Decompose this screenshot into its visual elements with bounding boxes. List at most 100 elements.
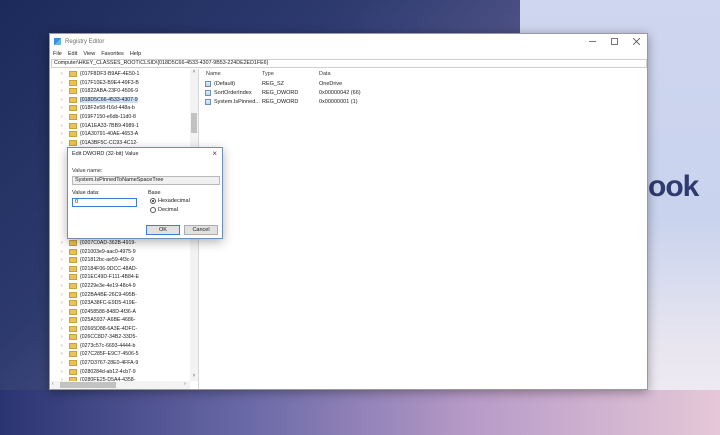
expand-chevron-icon[interactable]: › <box>61 360 69 366</box>
expand-chevron-icon[interactable]: › <box>61 97 69 103</box>
close-icon: × <box>212 149 217 158</box>
expand-chevron-icon[interactable]: › <box>61 140 69 146</box>
base-group-label: Base <box>148 190 161 196</box>
scroll-up-icon[interactable]: ˄ <box>190 69 198 75</box>
tree-item[interactable]: › {019F7150-e6db-11d0-8 <box>61 113 136 122</box>
tree-scroll-thumb[interactable] <box>191 113 197 133</box>
tree-item[interactable]: › {02229e3e-4e19-48c4-9 <box>61 282 136 291</box>
address-bar[interactable]: Computer\HKEY_CLASSES_ROOT\CLSID\{018D5C… <box>51 59 647 68</box>
expand-chevron-icon[interactable]: › <box>61 283 69 289</box>
expand-chevron-icon[interactable]: › <box>61 71 69 77</box>
expand-chevron-icon[interactable]: › <box>61 131 69 137</box>
tree-item[interactable]: › {01A30791-40AE-4653-A <box>61 130 138 139</box>
radio-decimal[interactable]: Decimal <box>150 207 178 213</box>
tree-item-label: {02229e3e-4e19-48c4-9 <box>80 283 136 289</box>
expand-chevron-icon[interactable]: › <box>61 369 69 375</box>
value-data-input[interactable]: 0 <box>72 198 137 207</box>
menu-help[interactable]: Help <box>130 51 141 57</box>
folder-icon <box>69 308 77 315</box>
expand-chevron-icon[interactable]: › <box>61 123 69 129</box>
tree-item[interactable]: › {0273c57c-6693-4444-b <box>61 342 135 351</box>
tree-item[interactable]: › {021EC49D-F111-4B84-E <box>61 273 139 282</box>
value-type: REG_SZ <box>262 80 285 87</box>
window-title: Registry Editor <box>65 38 105 45</box>
tree-item[interactable]: › {025A5937-A6BE-4686- <box>61 316 135 325</box>
expand-chevron-icon[interactable]: › <box>61 249 69 255</box>
tree-item[interactable]: › {027C285F-E9C7-4506-5 <box>61 350 139 359</box>
tree-item[interactable]: › {017F10E3-B9E4-49F3-B <box>61 79 139 88</box>
tree-item[interactable]: › {02184F06-9DCC-48AD- <box>61 265 137 274</box>
expand-chevron-icon[interactable]: › <box>61 257 69 263</box>
tree-item-label: {0273c57c-6693-4444-b <box>80 342 136 349</box>
dialog-close-button[interactable]: × <box>212 149 217 158</box>
radio-button-checked[interactable] <box>150 198 156 204</box>
tree-item-label: {027D3767-28E0-4FFA-9 <box>80 359 139 366</box>
tree-item[interactable]: › {0207C0AD-362B-4919- <box>61 239 136 248</box>
folder-icon <box>69 88 77 95</box>
radio-hexadecimal[interactable]: Hexadecimal <box>150 198 190 204</box>
tree-item[interactable]: › {022BA4BE-26C9-495B- <box>61 290 137 299</box>
dialog-title: Edit DWORD (32-bit) Value <box>72 151 139 157</box>
scroll-left-icon[interactable]: ‹ <box>52 381 54 387</box>
expand-chevron-icon[interactable]: › <box>61 105 69 111</box>
tree-item-label: {02665D88-6A3E-4DFC- <box>80 325 138 332</box>
menu-file[interactable]: File <box>53 51 62 57</box>
folder-icon <box>69 325 77 332</box>
close-window-button[interactable] <box>625 34 647 49</box>
tree-item[interactable]: › {017F8DF3-B9AF-4E50-1 <box>61 70 139 79</box>
expand-chevron-icon[interactable]: › <box>61 88 69 94</box>
expand-chevron-icon[interactable]: › <box>61 274 69 280</box>
title-bar[interactable]: Registry Editor <box>50 34 647 49</box>
cancel-button[interactable]: Cancel <box>184 225 218 235</box>
menu-edit[interactable]: Edit <box>68 51 77 57</box>
scroll-down-icon[interactable]: ˅ <box>190 373 198 379</box>
expand-chevron-icon[interactable]: › <box>61 326 69 332</box>
radio-button-unchecked[interactable] <box>150 207 156 213</box>
expand-chevron-icon[interactable]: › <box>61 266 69 272</box>
ok-button[interactable]: OK <box>146 225 180 235</box>
tree-item[interactable]: › {026CC8D7-34B2-33D5- <box>61 333 137 342</box>
expand-chevron-icon[interactable]: › <box>61 80 69 86</box>
expand-chevron-icon[interactable]: › <box>61 334 69 340</box>
tree-horizontal-scrollbar[interactable]: ‹ › <box>51 381 190 389</box>
tree-item[interactable]: › {0280284d-ab12-4cb7-9 <box>61 367 136 376</box>
expand-chevron-icon[interactable]: › <box>61 343 69 349</box>
value-name-field: System.IsPinnedToNameSpaceTree <box>72 176 220 185</box>
tree-item[interactable]: › {02458588-848D-4f36-A <box>61 307 136 316</box>
tree-item[interactable]: › {01A1EA33-7BB9-4989-1 <box>61 121 139 130</box>
column-header-name[interactable]: Name <box>206 71 221 77</box>
column-header-data[interactable]: Data <box>319 71 331 77</box>
tree-item[interactable]: › {018F2e58-f16d-448a-b <box>61 104 135 113</box>
tree-item[interactable]: › {01A3BF5C-CC93-4C12- <box>61 138 138 147</box>
expand-chevron-icon[interactable]: › <box>61 114 69 120</box>
folder-icon <box>69 274 77 281</box>
expand-chevron-icon[interactable]: › <box>61 300 69 306</box>
tree-item[interactable]: › {027D3767-28E0-4FFA-9 <box>61 359 138 368</box>
tree-item-label: {017F10E3-B9E4-49F3-B <box>80 79 139 86</box>
value-data: OneDrive <box>319 80 343 87</box>
menu-favorites[interactable]: Favorites <box>101 51 124 57</box>
tree-item[interactable]: › {021812bc-ae59-4f3c-9 <box>61 256 134 265</box>
column-header-type[interactable]: Type <box>262 71 274 77</box>
tree-item[interactable]: › {01822ABA-23F0-4506-9 <box>61 87 138 96</box>
folder-icon <box>69 265 77 272</box>
value-row[interactable]: System.IsPinned... REG_DWORD 0x00000001 … <box>201 97 647 106</box>
expand-chevron-icon[interactable]: › <box>61 351 69 357</box>
expand-chevron-icon[interactable]: › <box>61 309 69 315</box>
menu-view[interactable]: View <box>83 51 95 57</box>
value-name-label: Value name: <box>72 168 103 174</box>
value-row[interactable]: SortOrderIndex REG_DWORD 0x00000042 (66) <box>201 88 647 97</box>
tree-item-label: {022BA4BE-26C9-495B- <box>80 291 137 298</box>
tree-hscroll-thumb[interactable] <box>60 382 116 388</box>
expand-chevron-icon[interactable]: › <box>61 240 69 246</box>
expand-chevron-icon[interactable]: › <box>61 292 69 298</box>
value-row[interactable]: (Default) REG_SZ OneDrive <box>201 79 647 88</box>
scroll-right-icon[interactable]: › <box>184 381 186 387</box>
tree-item[interactable]: › {021003e9-aac0-4975-9 <box>61 248 136 257</box>
minimize-button[interactable] <box>581 34 603 49</box>
maximize-button[interactable] <box>603 34 625 49</box>
tree-item[interactable]: › {023A38FC-E9D5-419E- <box>61 299 137 308</box>
tree-item[interactable]: › {018D5C66-4533-4307-9 <box>61 96 138 105</box>
expand-chevron-icon[interactable]: › <box>61 317 69 323</box>
tree-item[interactable]: › {02665D88-6A3E-4DFC- <box>61 325 137 334</box>
